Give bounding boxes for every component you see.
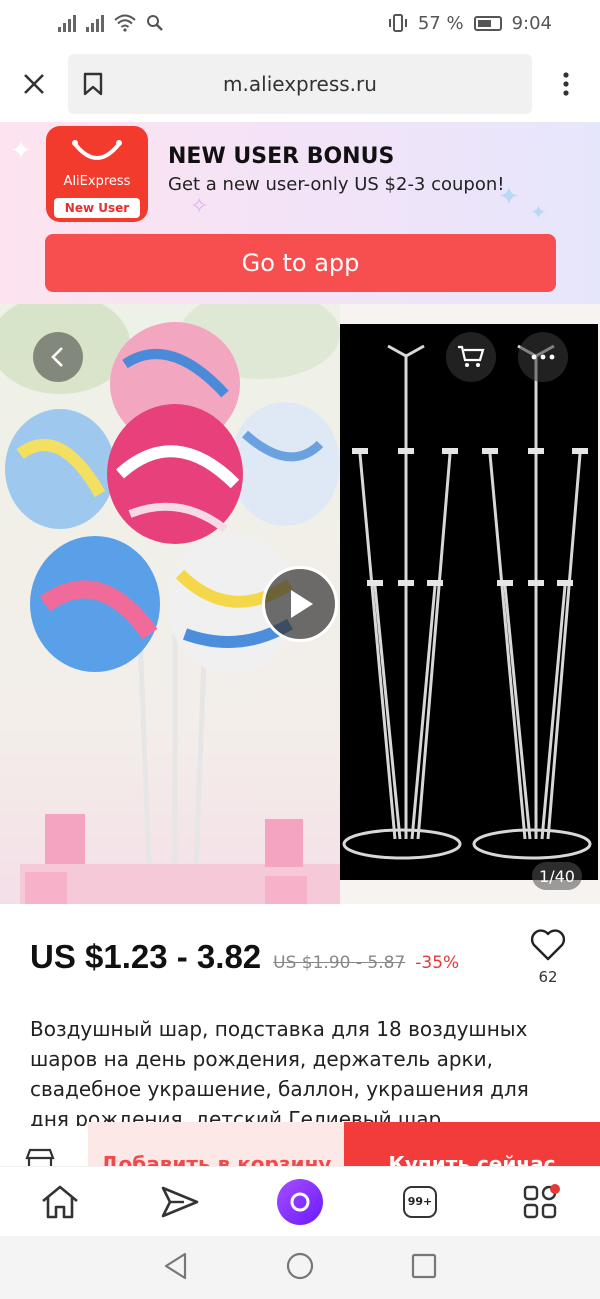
product-title: Воздушный шар, подставка для 18 воздушны… bbox=[30, 1017, 529, 1126]
more-horizontal-icon bbox=[531, 354, 555, 360]
original-price: US $1.90 - 5.87 bbox=[273, 953, 406, 973]
current-price: US $1.23 - 3.82 bbox=[30, 938, 262, 975]
shopping-bag-icon bbox=[72, 140, 122, 160]
chevron-left-icon bbox=[51, 347, 63, 367]
messages-badge: 99+ bbox=[403, 1185, 437, 1218]
sparkle-icon: ✦ bbox=[10, 136, 32, 166]
nav-categories[interactable] bbox=[510, 1172, 570, 1232]
bookmark-icon bbox=[83, 72, 103, 96]
address-bar[interactable]: m.aliexpress.ru bbox=[68, 54, 532, 114]
promo-title: NEW USER BONUS bbox=[168, 144, 395, 169]
price-row: US $1.23 - 3.82 US $1.90 - 5.87 -35% bbox=[30, 938, 570, 988]
system-back-button[interactable] bbox=[163, 1252, 189, 1284]
cart-icon bbox=[458, 345, 485, 367]
go-to-app-button[interactable]: Go to app bbox=[45, 234, 556, 292]
promo-subtitle: Get a new user-only US $2-3 coupon! bbox=[168, 174, 505, 195]
image-counter: 1/40 bbox=[532, 862, 582, 890]
new-user-promo-banner: ✦ ✦ ✦ ✧ AliExpress New User NEW USER BON… bbox=[0, 122, 600, 304]
balloon-stand-illustration bbox=[342, 344, 592, 860]
sparkle-icon: ✦ bbox=[530, 200, 547, 224]
add-to-cart-button[interactable]: Добавить в корзину bbox=[88, 1122, 344, 1170]
aliexpress-logo: AliExpress New User bbox=[46, 126, 148, 222]
clock: 9:04 bbox=[511, 12, 552, 34]
system-recents-button[interactable] bbox=[411, 1253, 437, 1283]
browser-menu-button[interactable] bbox=[532, 71, 600, 97]
search-icon bbox=[147, 15, 163, 31]
wishlist-button[interactable]: 62 bbox=[524, 928, 572, 986]
buy-now-button[interactable]: Купить сейчас bbox=[344, 1122, 600, 1170]
wifi-icon bbox=[114, 14, 136, 32]
close-tab-button[interactable] bbox=[0, 46, 68, 122]
square-recents-icon bbox=[411, 1253, 437, 1278]
alice-assistant-icon bbox=[277, 1178, 323, 1225]
back-button[interactable] bbox=[33, 332, 83, 382]
signal-icon bbox=[58, 14, 76, 32]
status-right: 57 % 9:04 bbox=[388, 13, 552, 34]
logo-brand-text: AliExpress bbox=[63, 174, 131, 189]
notification-dot bbox=[550, 1183, 560, 1194]
discount-badge: -35% bbox=[415, 953, 460, 973]
product-image-gallery[interactable]: 1/40 bbox=[0, 304, 600, 904]
more-vertical-icon bbox=[563, 72, 569, 96]
close-icon bbox=[24, 74, 44, 94]
play-icon bbox=[291, 590, 313, 618]
cart-button[interactable] bbox=[446, 332, 496, 382]
heart-icon bbox=[530, 929, 566, 961]
status-bar: 57 % 9:04 bbox=[0, 0, 600, 46]
url-text[interactable]: m.aliexpress.ru bbox=[118, 72, 532, 96]
system-home-button[interactable] bbox=[285, 1251, 315, 1285]
nav-messages[interactable]: 99+ bbox=[390, 1172, 450, 1232]
send-icon bbox=[161, 1186, 199, 1217]
battery-icon bbox=[473, 15, 502, 31]
circle-home-icon bbox=[286, 1252, 314, 1279]
home-icon bbox=[42, 1185, 78, 1218]
vibrate-icon bbox=[388, 14, 407, 32]
new-user-tag: New User bbox=[54, 198, 140, 218]
browser-toolbar: m.aliexpress.ru bbox=[0, 46, 600, 122]
system-navigation bbox=[0, 1236, 600, 1299]
status-left bbox=[58, 14, 164, 32]
stand-photo bbox=[340, 324, 598, 880]
signal-icon bbox=[86, 14, 104, 32]
buy-bar: Добавить в корзину Купить сейчас bbox=[0, 1122, 600, 1170]
battery-percent: 57 % bbox=[417, 12, 464, 34]
play-video-button[interactable] bbox=[262, 566, 338, 642]
bookmark-button[interactable] bbox=[68, 72, 118, 96]
bottom-navigation: 99+ bbox=[0, 1166, 600, 1236]
wishlist-count: 62 bbox=[538, 968, 558, 986]
nav-alice[interactable] bbox=[270, 1172, 330, 1232]
triangle-back-icon bbox=[164, 1252, 187, 1279]
sparkle-icon: ✧ bbox=[190, 194, 209, 219]
nav-send[interactable] bbox=[150, 1172, 210, 1232]
more-button[interactable] bbox=[518, 332, 568, 382]
nav-home[interactable] bbox=[30, 1172, 90, 1232]
